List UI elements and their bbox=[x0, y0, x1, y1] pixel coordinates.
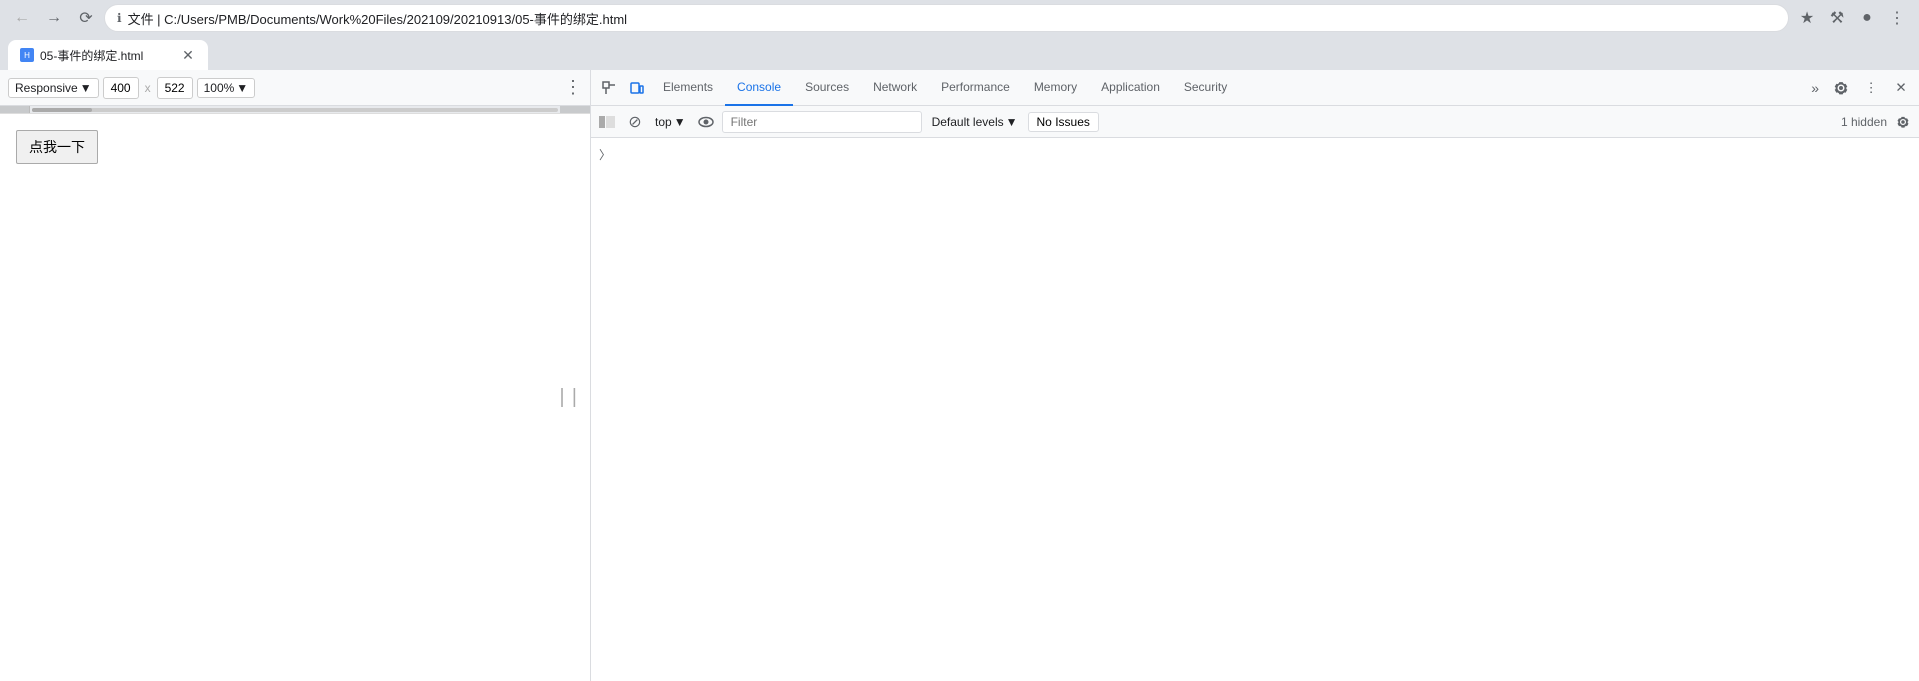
tab-bar: H 05-事件的绑定.html ✕ bbox=[0, 36, 1919, 70]
log-levels-button[interactable]: Default levels ▼ bbox=[926, 113, 1024, 131]
more-tabs-button[interactable]: » bbox=[1803, 70, 1827, 106]
console-clear-button[interactable]: ⊘ bbox=[623, 110, 647, 134]
no-issues-badge[interactable]: No Issues bbox=[1028, 112, 1099, 132]
devtools-right-icons: ⋮ ✕ bbox=[1827, 74, 1915, 102]
back-button[interactable]: ← bbox=[8, 4, 36, 32]
address-text: 文件 | C:/Users/PMB/Documents/Work%20Files… bbox=[128, 9, 1776, 28]
width-input[interactable] bbox=[103, 77, 139, 99]
title-bar: ← → ⟳ ℹ 文件 | C:/Users/PMB/Documents/Work… bbox=[0, 0, 1919, 36]
page-content: 点我一下 bbox=[0, 114, 590, 180]
zoom-label: 100% bbox=[204, 81, 235, 95]
profile-button[interactable]: ● bbox=[1853, 4, 1881, 32]
zoom-dropdown-icon: ▼ bbox=[236, 81, 248, 95]
console-sidebar-toggle[interactable] bbox=[595, 110, 619, 134]
console-prompt-chevron[interactable]: 〉 bbox=[591, 142, 1919, 167]
levels-dropdown-icon: ▼ bbox=[1006, 115, 1018, 129]
tab-security[interactable]: Security bbox=[1172, 70, 1239, 106]
page-frame: 点我一下 ▏▏ bbox=[0, 114, 590, 681]
devtools-more-button[interactable]: ⋮ bbox=[1857, 74, 1885, 102]
browser-chrome: ← → ⟳ ℹ 文件 | C:/Users/PMB/Documents/Work… bbox=[0, 0, 1919, 70]
dimension-separator: x bbox=[145, 81, 151, 95]
hidden-count-badge: 1 hidden bbox=[1841, 110, 1915, 134]
forward-button[interactable]: → bbox=[40, 4, 68, 32]
tab-close-button[interactable]: ✕ bbox=[180, 47, 196, 63]
tab-performance[interactable]: Performance bbox=[929, 70, 1022, 106]
scroll-thumb bbox=[32, 108, 92, 112]
devtools-panel: Elements Console Sources Network Perform… bbox=[590, 70, 1919, 681]
responsive-toolbar: Responsive ▼ x 100% ▼ ⋮ bbox=[0, 70, 590, 106]
extensions-button[interactable]: ⚒ bbox=[1823, 4, 1851, 32]
height-input[interactable] bbox=[157, 77, 193, 99]
responsive-mode-selector[interactable]: Responsive ▼ bbox=[8, 78, 99, 98]
devtools-close-button[interactable]: ✕ bbox=[1887, 74, 1915, 102]
console-toolbar: ⊘ top ▼ Default levels ▼ No Issues 1 hid… bbox=[591, 106, 1919, 138]
no-issues-label: No Issues bbox=[1037, 115, 1090, 129]
log-levels-label: Default levels bbox=[932, 115, 1004, 129]
chrome-actions: ★ ⚒ ● ⋮ bbox=[1793, 4, 1911, 32]
bookmark-button[interactable]: ★ bbox=[1793, 4, 1821, 32]
scroll-track bbox=[32, 108, 558, 112]
viewport-area: Responsive ▼ x 100% ▼ ⋮ 点我一下 bbox=[0, 70, 590, 681]
context-selector[interactable]: top ▼ bbox=[651, 113, 690, 131]
responsive-dropdown-icon: ▼ bbox=[80, 81, 92, 95]
main-area: Responsive ▼ x 100% ▼ ⋮ 点我一下 bbox=[0, 70, 1919, 681]
more-options-button[interactable]: ⋮ bbox=[564, 77, 582, 98]
hidden-count-text: 1 hidden bbox=[1841, 115, 1887, 129]
menu-button[interactable]: ⋮ bbox=[1883, 4, 1911, 32]
zoom-selector[interactable]: 100% ▼ bbox=[197, 78, 256, 98]
console-settings-button[interactable] bbox=[1891, 110, 1915, 134]
device-toggle-button[interactable] bbox=[623, 74, 651, 102]
tab-console[interactable]: Console bbox=[725, 70, 793, 106]
demo-button[interactable]: 点我一下 bbox=[16, 130, 98, 164]
console-content: 〉 bbox=[591, 138, 1919, 681]
devtools-tab-bar: Elements Console Sources Network Perform… bbox=[591, 70, 1919, 106]
devtools-settings-button[interactable] bbox=[1827, 74, 1855, 102]
resize-handle[interactable]: ▏▏ bbox=[561, 388, 586, 408]
tab-application[interactable]: Application bbox=[1089, 70, 1172, 106]
tab-network[interactable]: Network bbox=[861, 70, 929, 106]
horizontal-scrollbar[interactable] bbox=[0, 106, 590, 114]
tab-active[interactable]: H 05-事件的绑定.html ✕ bbox=[8, 40, 208, 70]
tab-elements[interactable]: Elements bbox=[651, 70, 725, 106]
responsive-mode-label: Responsive bbox=[15, 81, 78, 95]
context-label: top bbox=[655, 115, 672, 129]
tab-sources[interactable]: Sources bbox=[793, 70, 861, 106]
console-filter-input[interactable] bbox=[722, 111, 922, 133]
security-icon: ℹ bbox=[117, 11, 122, 25]
context-dropdown-icon: ▼ bbox=[674, 115, 686, 129]
tab-memory[interactable]: Memory bbox=[1022, 70, 1089, 106]
reload-button[interactable]: ⟳ bbox=[72, 4, 100, 32]
address-bar[interactable]: ℹ 文件 | C:/Users/PMB/Documents/Work%20Fil… bbox=[104, 4, 1789, 32]
inspect-element-button[interactable] bbox=[595, 74, 623, 102]
live-expressions-button[interactable] bbox=[694, 110, 718, 134]
tab-favicon: H bbox=[20, 48, 34, 62]
tab-title: 05-事件的绑定.html bbox=[40, 47, 174, 64]
